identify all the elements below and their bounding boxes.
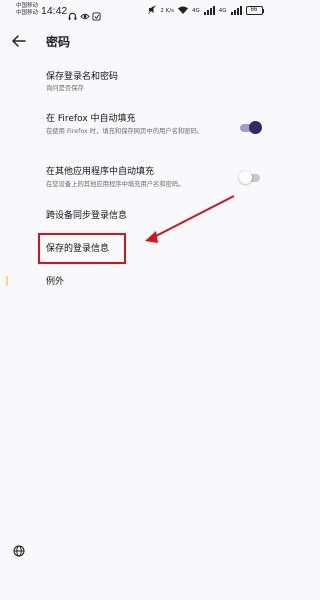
exceptions-setting[interactable]: 例外	[0, 268, 276, 557]
notification-icons	[68, 6, 101, 21]
save-logins-setting[interactable]: 保存登录名和密码 询问是否保存	[0, 62, 276, 98]
eye-icon	[80, 6, 90, 20]
save-logins-summary: 询问是否保存	[46, 85, 84, 92]
network-type-label-1: 4G	[191, 7, 200, 14]
carrier-label-1: 中国移动	[16, 3, 39, 9]
sync-logins-title: 跨设备同步登录信息	[46, 211, 128, 221]
autofill-other-apps-setting[interactable]: 在其他应用程序中自动填充 在您设备上的其他应用程序中填充用户名和密码。	[0, 158, 276, 196]
signal-icon-1	[203, 6, 215, 15]
system-icons: 2 K/s 4G 4G 66	[148, 5, 264, 16]
app-bar: 密码	[0, 26, 276, 58]
network-type-label-2: 4G	[218, 7, 227, 14]
carrier-label-2: 中国移动	[16, 10, 39, 16]
exceptions-title: 例外	[46, 277, 65, 287]
autofill-firefox-toggle[interactable]	[240, 121, 262, 135]
autofill-firefox-setting[interactable]: 在 Firefox 中自动填充 在使用 Firefox 时，填充和保存网页中的用…	[0, 105, 276, 145]
carrier-info: 中国移动 中国移动	[16, 3, 38, 17]
sync-logins-setting[interactable]: 跨设备同步登录信息	[0, 203, 276, 227]
globe-icon	[13, 542, 25, 557]
battery-level: 66	[245, 6, 263, 15]
mute-icon	[148, 5, 157, 16]
app-notification-icon	[92, 6, 101, 21]
battery-icon: 66	[245, 6, 264, 15]
status-bar: 中国移动 中国移动 14:42 2 K/s 4G 4G 66	[0, 0, 276, 22]
wifi-icon	[177, 6, 188, 16]
signal-icon-2	[230, 6, 242, 15]
edge-mark	[6, 276, 8, 286]
back-arrow-icon[interactable]	[8, 30, 30, 52]
autofill-other-apps-title: 在其他应用程序中自动填充	[46, 167, 155, 177]
annotation-highlight-box	[38, 233, 126, 264]
page-title: 密码	[46, 35, 71, 49]
autofill-firefox-title: 在 Firefox 中自动填充	[46, 114, 136, 124]
autofill-other-apps-summary: 在您设备上的其他应用程序中填充用户名和密码。	[46, 181, 185, 188]
headphones-icon	[68, 6, 77, 20]
save-logins-title: 保存登录名和密码	[46, 72, 119, 82]
status-time: 14:42	[41, 5, 68, 17]
autofill-other-apps-toggle[interactable]	[239, 171, 262, 185]
network-speed: 2 K/s	[160, 7, 174, 14]
autofill-firefox-summary: 在使用 Firefox 时，填充和保存网页中的用户名和密码。	[46, 128, 204, 135]
